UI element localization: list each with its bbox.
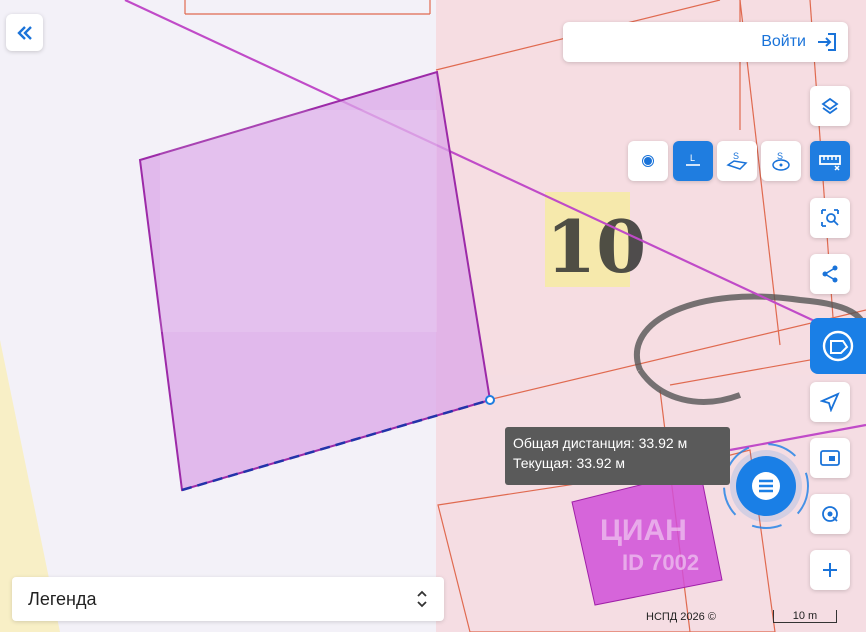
- ruler-icon: [819, 155, 841, 171]
- login-label: Войти: [761, 33, 806, 50]
- area-search-icon: [821, 209, 839, 227]
- search-location-button[interactable]: [810, 494, 850, 534]
- chat-button[interactable]: [736, 456, 796, 516]
- map-canvas[interactable]: 10 ЦИАН ID 7002: [0, 0, 866, 632]
- share-button[interactable]: [810, 254, 850, 294]
- current-distance-text: Текущая: 33.92 м: [513, 455, 626, 471]
- rectangle-select-icon: [820, 450, 840, 466]
- line-icon: L: [686, 153, 700, 166]
- zoom-in-button[interactable]: [810, 550, 850, 590]
- search-location-icon: [822, 506, 838, 522]
- svg-text:S: S: [733, 151, 739, 161]
- cadastral-map-icon: [822, 330, 854, 362]
- total-distance-text: Общая дистанция: 33.92 м: [513, 435, 688, 451]
- collapse-panel-button[interactable]: [6, 14, 43, 51]
- watermark-id: ID 7002: [622, 550, 699, 575]
- measure-point[interactable]: [485, 395, 495, 405]
- rectangle-select-button[interactable]: [810, 438, 850, 478]
- area-search-button[interactable]: [810, 198, 850, 238]
- ruler-button[interactable]: [810, 141, 850, 181]
- scale-bar: 10 m: [773, 610, 837, 623]
- measure-point-tool[interactable]: [628, 141, 668, 181]
- share-icon: [822, 265, 838, 283]
- chat-icon: [752, 472, 780, 500]
- svg-text:L: L: [690, 153, 695, 163]
- layers-button[interactable]: [810, 86, 850, 126]
- sign-in-icon: [818, 33, 836, 51]
- chevron-up-down-icon: [417, 590, 427, 608]
- area-circle-icon: S: [772, 151, 790, 171]
- measure-line-tool[interactable]: L: [673, 141, 713, 181]
- parcel-number-label: 10: [546, 204, 646, 289]
- login-button[interactable]: Войти: [563, 22, 848, 62]
- cadastral-logo-button[interactable]: [810, 318, 866, 374]
- point-icon: [642, 155, 654, 167]
- zoom-in-icon: [823, 563, 837, 577]
- measure-area-polygon-tool[interactable]: S: [717, 141, 757, 181]
- measure-area-circle-tool[interactable]: S: [761, 141, 801, 181]
- layers-icon: [821, 97, 839, 115]
- scale-label: 10 m: [792, 610, 818, 622]
- area-polygon-icon: S: [726, 151, 748, 170]
- locate-button[interactable]: [810, 382, 850, 422]
- distance-tooltip: Общая дистанция: 33.92 м Текущая: 33.92 …: [505, 427, 730, 485]
- map-attribution: НСПД 2026 ©: [646, 611, 716, 623]
- watermark-text: ЦИАН: [600, 514, 687, 547]
- legend-label: Легенда: [28, 588, 97, 609]
- locate-icon: [820, 392, 840, 412]
- legend-dropdown[interactable]: Легенда: [12, 577, 444, 621]
- double-chevron-left-icon: [16, 25, 32, 40]
